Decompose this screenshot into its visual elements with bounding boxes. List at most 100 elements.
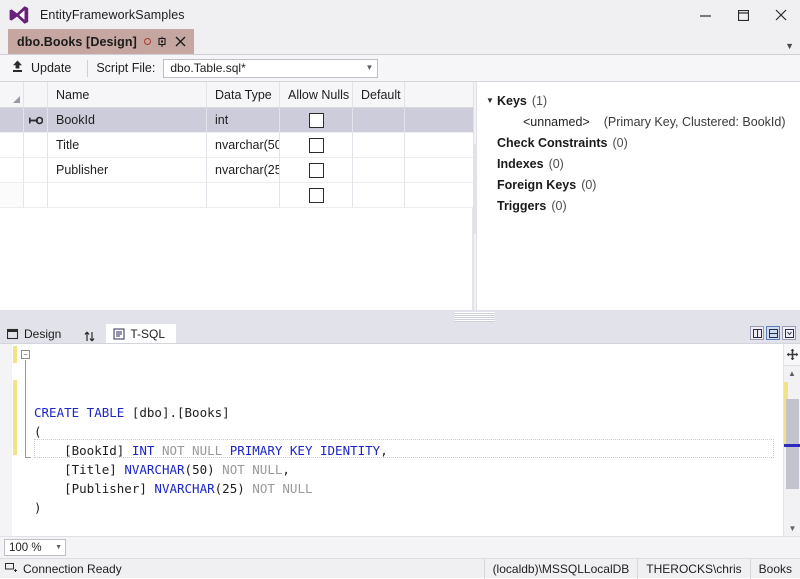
columns-grid: Name Data Type Allow Nulls Default BookI… [0, 82, 473, 208]
outline-bar-foot [25, 457, 31, 458]
row-key-cell [24, 183, 48, 208]
scroll-up-arrow[interactable]: ▲ [784, 366, 800, 381]
design-surface-icon [7, 328, 19, 340]
status-user: THEROCKS\chris [637, 559, 749, 579]
column-type-cell[interactable]: int [207, 108, 280, 133]
indexes-label: Indexes [497, 156, 544, 171]
check-constraints-count: (0) [612, 135, 628, 150]
tab-design-label: Design [24, 326, 62, 341]
code-token: ) [237, 481, 245, 496]
document-tab-dbo-books-design[interactable]: dbo.Books [Design] [8, 29, 194, 54]
tsql-code-editor[interactable]: − CREATE TABLE [dbo].[Books]( [BookId] I… [0, 343, 800, 536]
table-row[interactable]: Title nvarchar(50) [0, 133, 473, 158]
default-cell[interactable] [353, 108, 405, 133]
allow-nulls-checkbox[interactable] [308, 137, 324, 153]
editor-vertical-scrollbar[interactable]: ▲ ▼ [783, 344, 800, 536]
triggers-group[interactable]: Triggers (0) [483, 195, 800, 216]
table-objects-pane: ▼ Keys (1) <unnamed> (Primary Key, Clust… [477, 82, 800, 310]
row-selector[interactable] [0, 133, 24, 158]
foreign-keys-label: Foreign Keys [497, 177, 577, 192]
status-server: (localdb)\MSSQLLocalDB [483, 559, 638, 579]
minimize-icon[interactable] [686, 0, 724, 30]
foreign-keys-group[interactable]: Foreign Keys (0) [483, 174, 800, 195]
table-row[interactable]: BookId int [0, 108, 473, 133]
grid-empty-area [0, 208, 473, 310]
table-row[interactable]: Publisher nvarchar(25) [0, 158, 473, 183]
outline-bar [25, 360, 26, 457]
code-token: ( [184, 462, 193, 477]
maximize-pane-icon[interactable] [782, 326, 796, 340]
tab-tsql[interactable]: T-SQL [106, 324, 177, 343]
column-name-cell[interactable]: Title [48, 133, 207, 158]
designer-editor-splitter[interactable] [0, 310, 800, 324]
grid-header-name[interactable]: Name [48, 82, 207, 107]
column-name-cell[interactable]: Publisher [48, 158, 207, 183]
change-marker [13, 380, 17, 455]
scroll-down-arrow[interactable]: ▼ [784, 521, 800, 536]
code-line: ) [34, 498, 783, 517]
allow-nulls-checkbox[interactable] [308, 162, 324, 178]
check-constraints-group[interactable]: Check Constraints (0) [483, 132, 800, 153]
grid-corner-cell[interactable] [0, 82, 24, 107]
table-row-new[interactable] [0, 183, 473, 208]
script-file-combobox[interactable]: dbo.Table.sql* ▼ [163, 58, 379, 78]
default-cell[interactable] [353, 158, 405, 183]
code-token: ) [207, 462, 215, 477]
split-editor-handle[interactable] [784, 344, 800, 366]
script-file-label: Script File: [96, 61, 156, 75]
allow-nulls-checkbox[interactable] [308, 112, 324, 128]
code-token: NOT NULL [244, 481, 313, 496]
close-icon[interactable] [762, 0, 800, 30]
outline-collapse-icon[interactable]: − [21, 350, 30, 359]
key-item[interactable]: <unnamed> (Primary Key, Clustered: BookI… [483, 111, 800, 132]
row-selector[interactable] [0, 183, 24, 208]
unsaved-dot-icon [143, 38, 151, 45]
chevron-down-icon[interactable]: ▼ [365, 64, 373, 72]
column-type-cell[interactable]: nvarchar(25) [207, 158, 280, 183]
code-token: NVARCHAR [154, 481, 215, 496]
row-filler [405, 133, 473, 158]
code-token: ) [34, 500, 42, 515]
allow-nulls-cell[interactable] [280, 158, 353, 183]
update-arrow-icon [10, 59, 25, 77]
indexes-group[interactable]: Indexes (0) [483, 153, 800, 174]
editor-pane-buttons [750, 326, 796, 340]
grid-header-default[interactable]: Default [353, 82, 405, 107]
key-item-name: <unnamed> [523, 114, 590, 129]
editor-tab-strip: Design T-SQL [0, 324, 800, 343]
code-text[interactable]: CREATE TABLE [dbo].[Books]( [BookId] INT… [34, 344, 783, 536]
row-selector[interactable] [0, 108, 24, 133]
allow-nulls-cell[interactable] [280, 183, 353, 208]
tab-design[interactable]: Design [0, 324, 72, 343]
grid-header-data-type[interactable]: Data Type [207, 82, 280, 107]
allow-nulls-checkbox[interactable] [308, 187, 324, 203]
column-name-cell[interactable]: BookId [48, 108, 207, 133]
pin-icon[interactable] [156, 35, 169, 48]
triggers-count: (0) [551, 198, 567, 213]
default-cell[interactable] [353, 183, 405, 208]
primary-key-icon [24, 108, 48, 133]
allow-nulls-cell[interactable] [280, 133, 353, 158]
title-bar: EntityFrameworkSamples [0, 0, 800, 30]
allow-nulls-cell[interactable] [280, 108, 353, 133]
triangle-expanded-icon[interactable]: ▼ [483, 96, 497, 105]
keys-label: Keys [497, 93, 527, 108]
split-vertical-icon[interactable] [750, 326, 764, 340]
designer-toolbar: Update Script File: dbo.Table.sql* ▼ [0, 55, 800, 82]
split-horizontal-icon[interactable] [766, 326, 780, 340]
close-icon[interactable] [174, 35, 187, 48]
update-button[interactable]: Update [8, 57, 79, 79]
chevron-down-icon[interactable]: ▼ [785, 41, 794, 51]
toolbar-separator [87, 59, 89, 77]
code-line: [Publisher] NVARCHAR(25) NOT NULL [34, 479, 783, 498]
grid-header-allow-nulls[interactable]: Allow Nulls [280, 82, 353, 107]
maximize-icon[interactable] [724, 0, 762, 30]
default-cell[interactable] [353, 133, 405, 158]
column-type-cell[interactable]: nvarchar(50) [207, 133, 280, 158]
row-selector[interactable] [0, 158, 24, 183]
column-name-cell[interactable] [48, 183, 207, 208]
keys-group[interactable]: ▼ Keys (1) [483, 90, 800, 111]
swap-panes-icon[interactable] [72, 330, 106, 343]
column-type-cell[interactable] [207, 183, 280, 208]
row-filler [405, 158, 473, 183]
